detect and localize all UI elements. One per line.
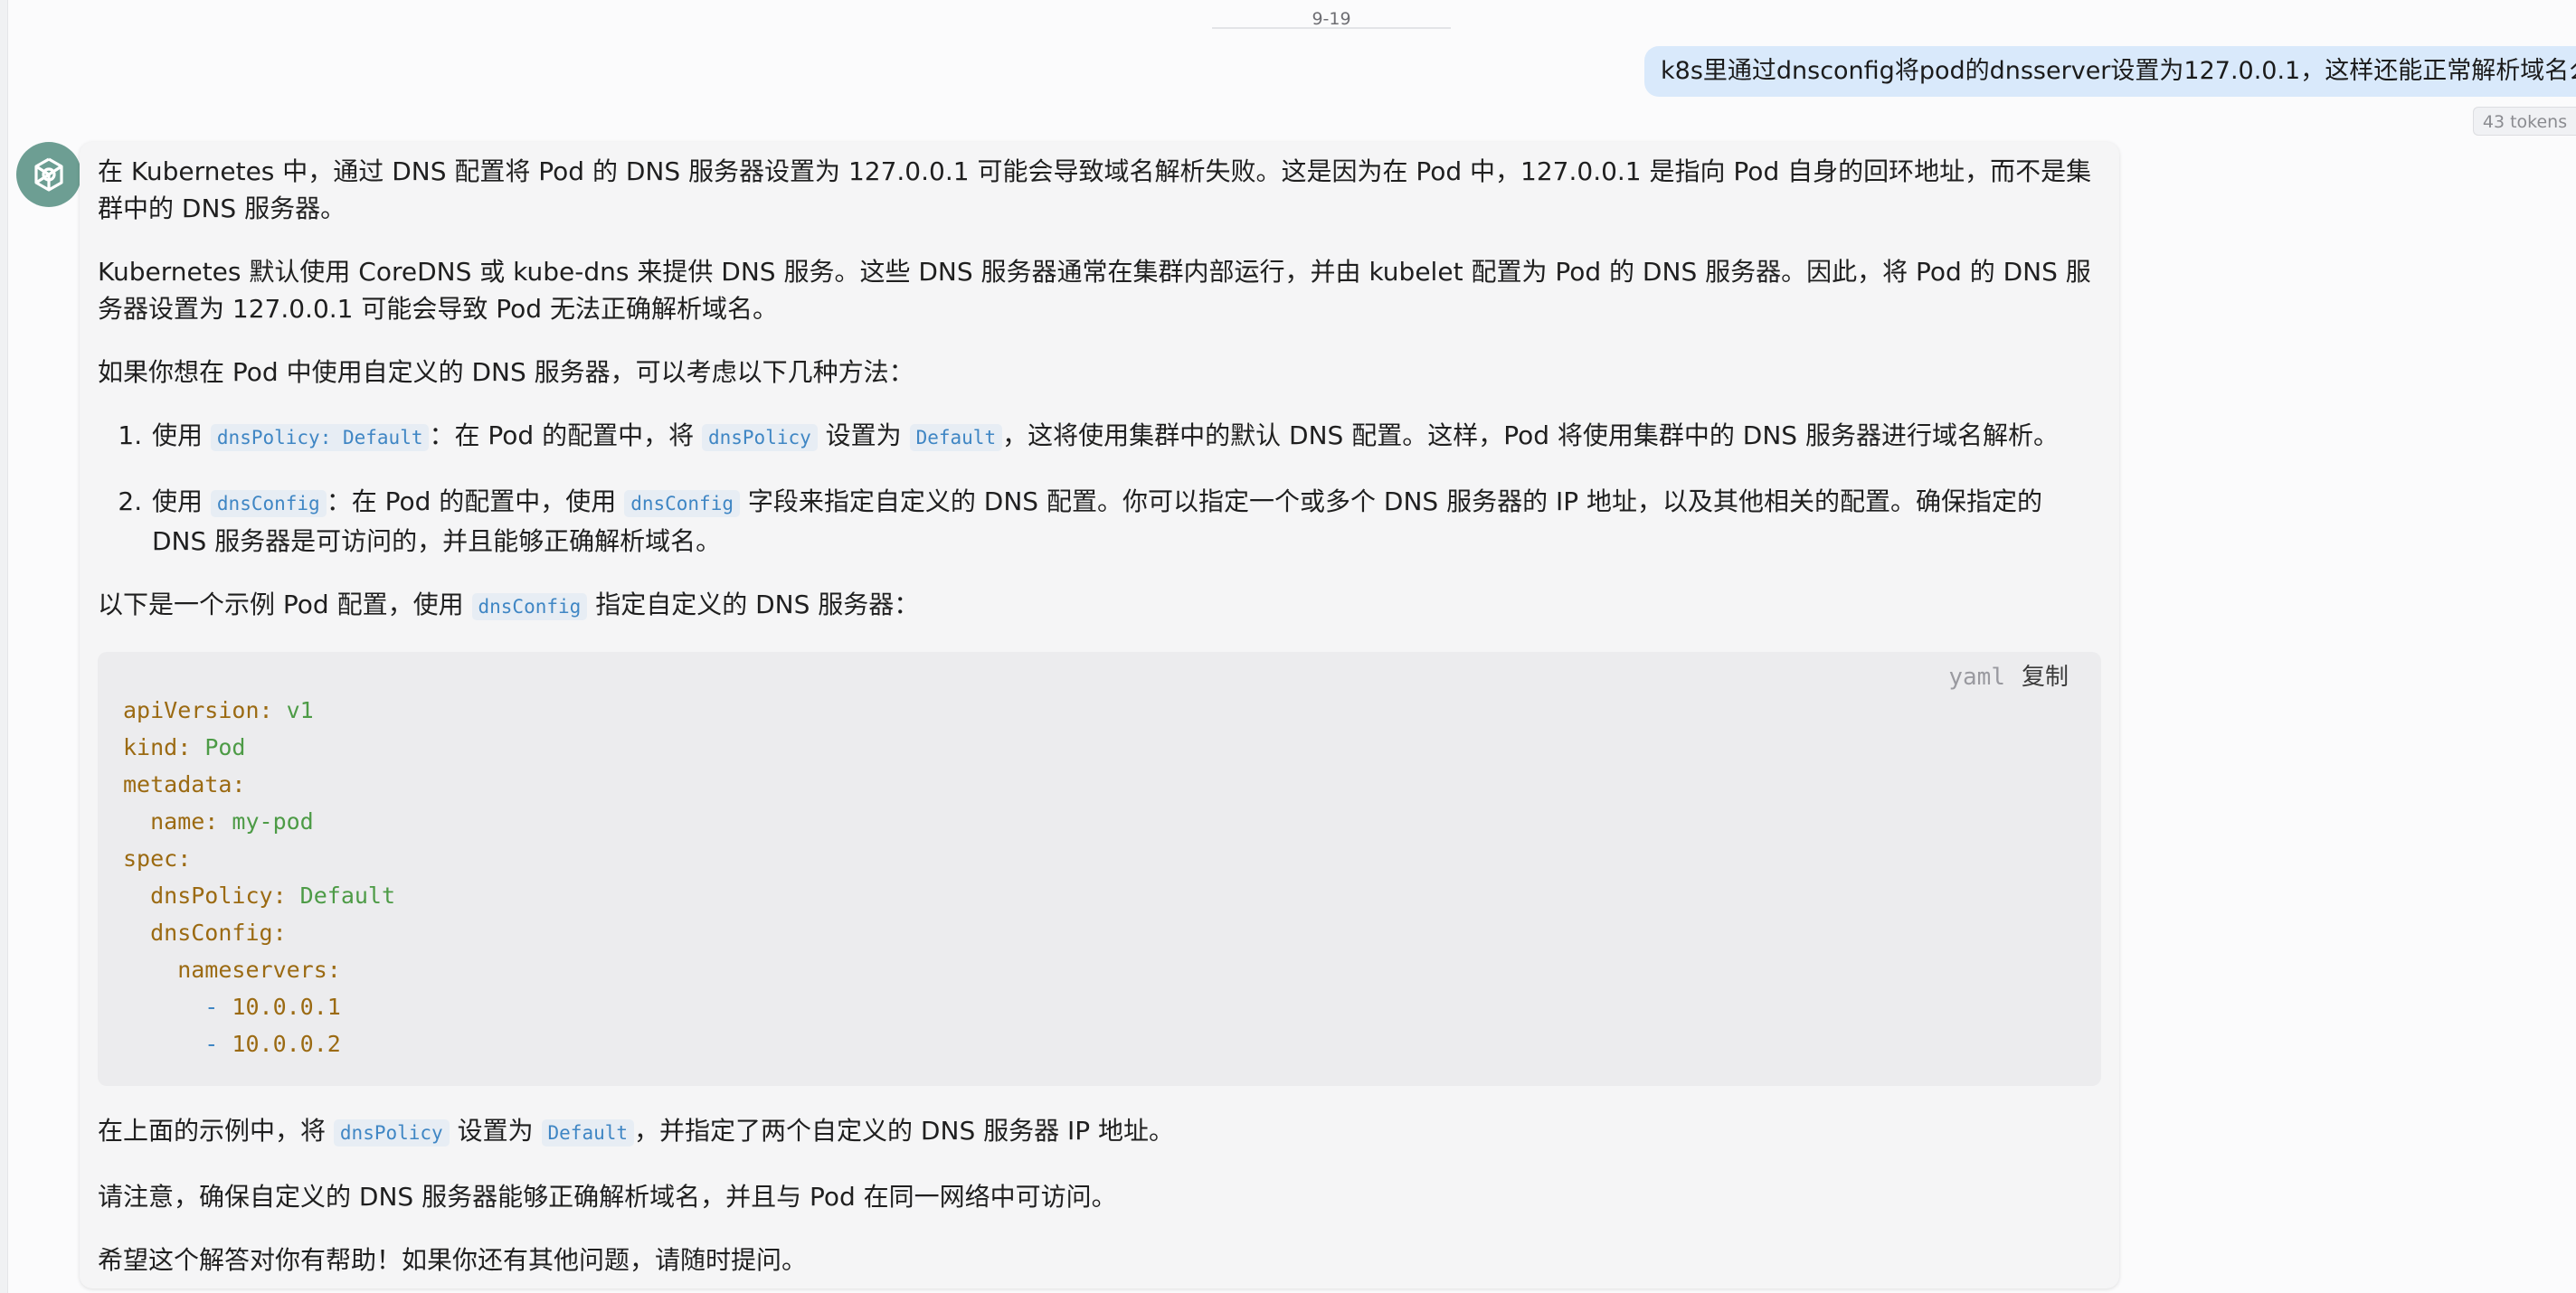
token-count-badge: 43 tokens — [2473, 107, 2576, 136]
answer-paragraph: 希望这个解答对你有帮助！如果你还有其他问题，请随时提问。 — [98, 1245, 808, 1275]
list-item: 使用 dnsConfig：在 Pod 的配置中，使用 dnsConfig 字段来… — [150, 483, 2101, 560]
copy-button[interactable]: 复制 — [2022, 664, 2069, 691]
code-line: metadata: — [123, 771, 246, 798]
code-line: name: my-pod — [123, 808, 314, 835]
left-edge-rule — [0, 0, 8, 1293]
code-line: spec: — [123, 845, 192, 872]
answer-paragraph: 如果你想在 Pod 中使用自定义的 DNS 服务器，可以考虑以下几种方法： — [98, 357, 914, 387]
code-language-label: yaml — [1948, 664, 2005, 691]
list-item: 使用 dnsPolicy: Default：在 Pod 的配置中，将 dnsPo… — [150, 417, 2101, 457]
code-line: dnsPolicy: Default — [123, 882, 396, 909]
inline-code: dnsConfig — [624, 490, 740, 517]
code-line: dnsConfig: — [123, 920, 287, 946]
inline-code: dnsPolicy — [333, 1119, 450, 1147]
code-line: - 10.0.0.1 — [123, 994, 341, 1020]
method-list: 使用 dnsPolicy: Default：在 Pod 的配置中，将 dnsPo… — [98, 417, 2101, 560]
code-line: nameservers: — [123, 957, 341, 983]
answer-paragraph: 以下是一个示例 Pod 配置，使用 dnsConfig 指定自定义的 DNS 服… — [98, 590, 920, 620]
yaml-code-block: yaml 复制 apiVersion: v1 kind: Pod metadata… — [98, 652, 2101, 1086]
code-line: apiVersion: v1 — [123, 697, 314, 723]
assistant-message: 在 Kubernetes 中，通过 DNS 配置将 Pod 的 DNS 服务器设… — [80, 142, 2119, 1288]
inline-code: dnsConfig — [471, 593, 588, 620]
answer-paragraph: Kubernetes 默认使用 CoreDNS 或 kube-dns 来提供 D… — [98, 257, 2091, 324]
inline-code: dnsPolicy: Default — [210, 424, 430, 451]
code-line: - 10.0.0.2 — [123, 1031, 341, 1057]
user-message-bubble: k8s里通过dnsconfig将pod的dnsserver设置为127.0.0.… — [1644, 46, 2576, 97]
answer-paragraph: 在 Kubernetes 中，通过 DNS 配置将 Pod 的 DNS 服务器设… — [98, 156, 2092, 223]
answer-paragraph: 请注意，确保自定义的 DNS 服务器能够正确解析域名，并且与 Pod 在同一网络… — [98, 1182, 1117, 1212]
code-line: kind: Pod — [123, 734, 246, 760]
code-block-header: yaml 复制 — [1948, 661, 2069, 694]
assistant-avatar — [16, 142, 81, 207]
date-divider: 9-19 — [1212, 9, 1451, 29]
openai-logo-icon — [34, 157, 63, 192]
inline-code: dnsPolicy — [701, 424, 818, 451]
answer-paragraph: 在上面的示例中，将 dnsPolicy 设置为 Default ，并指定了两个自定… — [98, 1116, 1175, 1147]
inline-code: Default — [909, 424, 1003, 451]
inline-code: dnsConfig — [210, 490, 327, 517]
inline-code: Default — [541, 1119, 635, 1147]
